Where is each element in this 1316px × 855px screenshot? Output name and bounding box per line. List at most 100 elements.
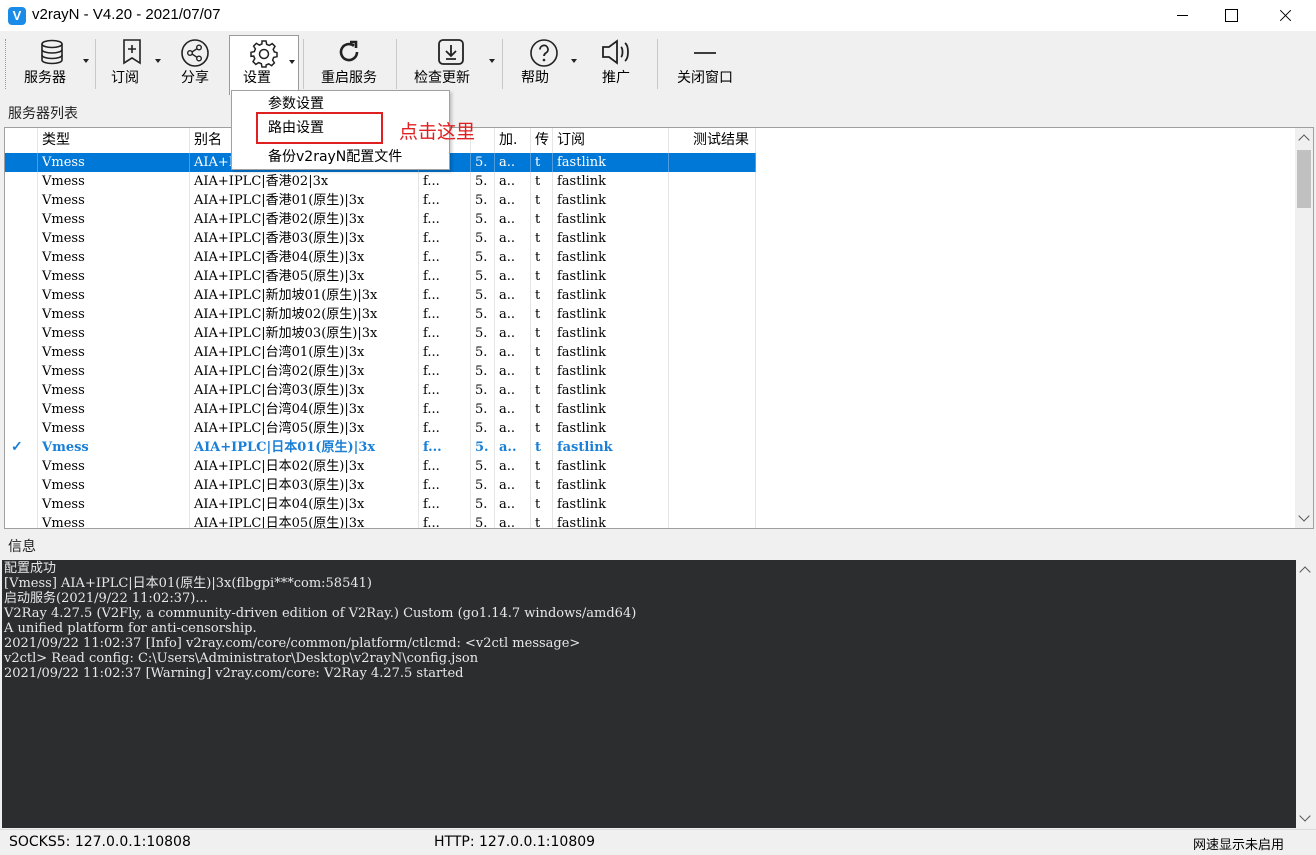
table-row[interactable]: Vmess AIA+IPLC|新加坡02(原生)|3x f... 5. a.. t fast… — [5, 305, 756, 324]
maximize-button[interactable] — [1208, 0, 1254, 31]
row-port-cell: 5. — [471, 362, 495, 381]
restart-service-button[interactable]: 重启服务 — [310, 35, 388, 91]
table-row[interactable]: ✓ Vmess AIA+IPLC|日本01(原生)|3x f... 5. a.. t fast… — [5, 438, 756, 457]
table-row[interactable]: Vmess AIA+IPLC|香港05(原生)|3x f... 5. a.. t fastl… — [5, 267, 756, 286]
row-type-cell: Vmess — [38, 153, 190, 172]
row-check-cell — [5, 514, 38, 528]
table-row[interactable]: Vmess AIA+IPLC|新加坡01(原生)|3x f... 5. a.. t fast… — [5, 286, 756, 305]
row-test-result-cell — [669, 153, 756, 172]
row-test-result-cell — [669, 172, 756, 191]
row-type-cell: Vmess — [38, 248, 190, 267]
column-header-transport[interactable]: 传 — [531, 128, 553, 153]
promote-button[interactable]: 推广 — [588, 35, 644, 91]
column-header-check[interactable] — [5, 128, 38, 153]
row-port-cell: 5. — [471, 305, 495, 324]
row-subscription-cell: fastlink — [553, 343, 669, 362]
table-row[interactable]: Vmess AIA+IPLC|日本04(原生)|3x f... 5. a.. t fastl… — [5, 495, 756, 514]
table-row[interactable]: Vmess AIA+IPLC|台湾03(原生)|3x f... 5. a.. t fastl… — [5, 381, 756, 400]
check-update-label: 检查更新 — [414, 70, 470, 86]
row-port-cell: 5. — [471, 419, 495, 438]
column-header-type[interactable]: 类型 — [38, 128, 190, 153]
share-button[interactable]: 分享 — [168, 35, 222, 91]
scrollbar-thumb[interactable] — [1297, 150, 1311, 208]
chevron-down-icon — [83, 59, 89, 63]
help-label: 帮助 — [521, 70, 549, 86]
close-button[interactable] — [1262, 0, 1308, 31]
row-port-cell: 5. — [471, 153, 495, 172]
help-button[interactable]: 帮助 — [508, 35, 580, 91]
check-update-button[interactable]: 检查更新 — [404, 35, 498, 91]
table-row[interactable]: Vmess AIA+IPLC|台湾01(原生)|3x f... 5. a.. t fastl… — [5, 343, 756, 362]
table-row[interactable]: Vmess AIA+IPLC|日本03(原生)|3x f... 5. a.. t fastl… — [5, 476, 756, 495]
row-test-result-cell — [669, 248, 756, 267]
row-test-result-cell — [669, 324, 756, 343]
table-row[interactable]: Vmess AIA+IPLC|台湾02(原生)|3x f... 5. a.. t fastl… — [5, 362, 756, 381]
servers-button[interactable]: 服务器 — [12, 35, 92, 91]
table-row[interactable]: Vmess AIA+IPLC|台湾04(原生)|3x f... 5. a.. t fastl… — [5, 400, 756, 419]
table-row[interactable]: Vmess AIA+IPLC|香港02(原生)|3x f... 5. a.. t fastl… — [5, 210, 756, 229]
table-row[interactable]: Vmess AIA+IPLC|新加坡03(原生)|3x f... 5. a.. t fast… — [5, 324, 756, 343]
row-type-cell: Vmess — [38, 381, 190, 400]
subscription-button[interactable]: 订阅 — [100, 35, 164, 91]
row-type-cell: Vmess — [38, 267, 190, 286]
scroll-down-icon[interactable] — [1298, 510, 1310, 522]
row-port-cell: 5. — [471, 210, 495, 229]
row-port-cell: 5. — [471, 267, 495, 286]
settings-button[interactable]: 设置 — [229, 35, 299, 95]
speaker-icon — [602, 39, 629, 65]
table-row[interactable]: Vmess AIA+IPLC|香港02|3x f... 5. a.. t fastlink — [5, 172, 756, 191]
column-header-test-result[interactable]: 测试结果 — [669, 128, 756, 153]
toolbar-separator — [95, 39, 96, 89]
scroll-up-icon[interactable] — [1298, 134, 1310, 146]
row-subscription-cell: fastlink — [553, 172, 669, 191]
row-encryption-cell: a.. — [495, 267, 531, 286]
row-check-cell — [5, 343, 38, 362]
minimize-button[interactable] — [1160, 0, 1206, 31]
server-list-scrollbar[interactable] — [1295, 128, 1313, 528]
row-type-cell: Vmess — [38, 210, 190, 229]
scroll-up-icon[interactable] — [1299, 566, 1311, 578]
table-row[interactable]: Vmess AIA+IPLC|台湾05(原生)|3x f... 5. a.. t fastl… — [5, 419, 756, 438]
row-encryption-cell: a.. — [495, 381, 531, 400]
row-transport-cell: t — [531, 381, 553, 400]
close-window-button[interactable]: 关闭窗口 — [665, 35, 745, 91]
log-scrollbar[interactable] — [1296, 560, 1314, 828]
table-row[interactable]: Vmess AIA+IPLC|香港03(原生)|3x f... 5. a.. t fastl… — [5, 229, 756, 248]
column-header-encryption[interactable]: 加. — [495, 128, 531, 153]
row-type-cell: Vmess — [38, 172, 190, 191]
row-address-cell: f... — [419, 210, 471, 229]
toolbar-separator — [502, 39, 503, 89]
row-subscription-cell: fastlink — [553, 248, 669, 267]
row-encryption-cell: a.. — [495, 476, 531, 495]
row-transport-cell: t — [531, 191, 553, 210]
row-transport-cell: t — [531, 229, 553, 248]
row-alias-cell: AIA+IPLC|台湾05(原生)|3x — [190, 419, 419, 438]
column-header-subscription[interactable]: 订阅 — [553, 128, 669, 153]
log-line: A unified platform for anti-censorship. — [4, 621, 257, 636]
row-check-cell — [5, 229, 38, 248]
row-alias-cell: AIA+IPLC|新加坡03(原生)|3x — [190, 324, 419, 343]
row-alias-cell: AIA+IPLC|香港05(原生)|3x — [190, 267, 419, 286]
row-test-result-cell — [669, 343, 756, 362]
scroll-down-icon[interactable] — [1299, 810, 1311, 822]
table-row[interactable]: Vmess AIA+IPLC|香港01(原生)|3x f... 5. a.. t fastl… — [5, 191, 756, 210]
row-alias-cell: AIA+IPLC|台湾03(原生)|3x — [190, 381, 419, 400]
row-check-cell — [5, 153, 38, 172]
row-encryption-cell: a.. — [495, 191, 531, 210]
toolbar-grip[interactable] — [5, 39, 8, 89]
row-transport-cell: t — [531, 153, 553, 172]
table-row[interactable]: Vmess AIA+IPLC|日本02(原生)|3x f... 5. a.. t fastl… — [5, 457, 756, 476]
server-list[interactable]: 类型 别名 加. 传 订阅 测试结果 VmessAIA+IPLC|f...5.a… — [4, 127, 1314, 529]
restart-service-label: 重启服务 — [321, 70, 377, 86]
table-row[interactable]: Vmess AIA+IPLC|香港04(原生)|3x f... 5. a.. t fastl… — [5, 248, 756, 267]
title-bar: V v2rayN - V4.20 - 2021/07/07 — [0, 0, 1316, 31]
server-list-label: 服务器列表 — [8, 106, 78, 122]
log-output[interactable]: 配置成功 [Vmess] AIA+IPLC|日本01(原生)|3x(flbgpi*… — [2, 560, 1314, 828]
http-status: HTTP: 127.0.0.1:10809 — [434, 834, 596, 850]
table-row[interactable]: Vmess AIA+IPLC|日本05(原生)|3x f... 5. a.. t fastl… — [5, 514, 756, 528]
row-address-cell: f... — [419, 400, 471, 419]
row-transport-cell: t — [531, 419, 553, 438]
menu-item-backup-config[interactable]: 备份v2rayN配置文件 — [233, 145, 449, 170]
chevron-down-icon — [571, 59, 577, 63]
annotation-highlight-box — [256, 112, 383, 144]
